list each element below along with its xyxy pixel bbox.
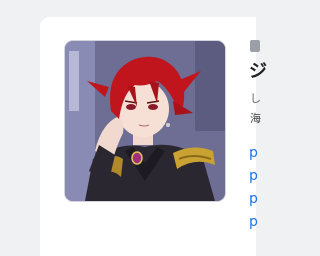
subtitle-text: し — [250, 92, 261, 105]
link-1[interactable]: p — [249, 145, 258, 161]
portrait-illustration — [65, 41, 225, 201]
badge-icon — [250, 40, 260, 52]
page-title: ジ — [249, 61, 267, 82]
description-text: 海 — [250, 112, 261, 125]
character-portrait-image[interactable] — [64, 40, 226, 202]
link-3[interactable]: p — [249, 191, 258, 207]
link-4[interactable]: p — [249, 214, 258, 230]
link-2[interactable]: p — [249, 168, 258, 184]
